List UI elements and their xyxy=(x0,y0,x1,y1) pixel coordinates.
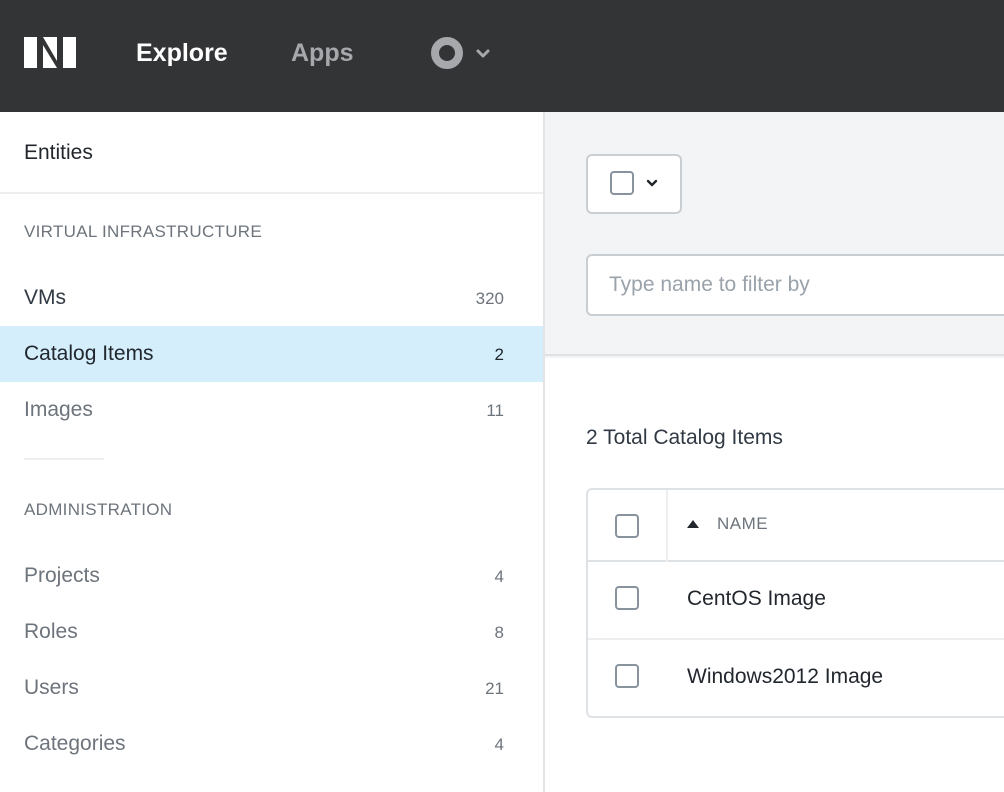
total-count-label: 2 Total Catalog Items xyxy=(586,426,783,449)
section-title-administration: ADMINISTRATION xyxy=(24,500,173,519)
sidebar-item-label: Roles xyxy=(24,620,78,643)
bulk-select-dropdown[interactable] xyxy=(586,154,682,214)
sidebar-item-users[interactable]: Users 21 xyxy=(0,660,543,716)
sidebar-item-categories[interactable]: Categories 4 xyxy=(0,716,543,772)
select-all-checkbox[interactable] xyxy=(610,171,634,195)
user-circle-icon xyxy=(431,37,463,69)
nutanix-logo-icon[interactable] xyxy=(24,37,76,68)
sidebar-title: Entities xyxy=(24,141,93,164)
name-filter-input[interactable] xyxy=(586,254,1004,316)
nav-apps[interactable]: Apps xyxy=(291,38,354,68)
top-nav-bar: Explore Apps xyxy=(0,0,1004,112)
header-select-all-checkbox[interactable] xyxy=(615,514,639,538)
sidebar-item-vms[interactable]: VMs 320 xyxy=(0,270,543,326)
section-divider xyxy=(24,458,104,460)
table-header: NAME xyxy=(588,490,1004,562)
entities-sidebar: Entities VIRTUAL INFRASTRUCTURE VMs 320 … xyxy=(0,112,545,792)
table-row[interactable]: CentOS Image xyxy=(588,562,1004,640)
row-checkbox[interactable] xyxy=(615,664,639,688)
row-name[interactable]: CentOS Image xyxy=(687,587,826,611)
sidebar-item-images[interactable]: Images 11 xyxy=(0,382,543,438)
sidebar-item-projects[interactable]: Projects 4 xyxy=(0,548,543,604)
column-divider xyxy=(666,490,668,562)
user-menu-button[interactable] xyxy=(431,37,495,69)
column-header-name[interactable]: NAME xyxy=(717,514,768,534)
sidebar-item-catalog-items[interactable]: Catalog Items 2 xyxy=(0,326,543,382)
sidebar-item-label: Catalog Items xyxy=(24,342,154,365)
sidebar-item-count: 11 xyxy=(486,401,504,420)
sidebar-item-label: Images xyxy=(24,398,93,421)
sidebar-item-count: 2 xyxy=(494,345,504,364)
sidebar-item-label: VMs xyxy=(24,286,66,309)
sidebar-item-label: Projects xyxy=(24,564,100,587)
main-content: 2 Total Catalog Items NAME CentOS Image … xyxy=(545,112,1004,792)
sidebar-item-count: 320 xyxy=(475,289,504,308)
row-name[interactable]: Windows2012 Image xyxy=(687,665,883,689)
list-area: 2 Total Catalog Items NAME CentOS Image … xyxy=(545,358,1004,792)
nav-explore[interactable]: Explore xyxy=(136,38,228,68)
sidebar-item-count: 21 xyxy=(485,679,504,698)
sort-ascending-icon[interactable] xyxy=(686,519,700,529)
sidebar-item-count: 4 xyxy=(494,567,504,586)
sidebar-item-label: Users xyxy=(24,676,79,699)
sidebar-item-count: 8 xyxy=(494,623,504,642)
catalog-items-table: NAME CentOS Image Windows2012 Image xyxy=(586,488,1004,718)
sidebar-item-count: 4 xyxy=(494,735,504,754)
section-title-virtual-infrastructure: VIRTUAL INFRASTRUCTURE xyxy=(24,222,263,241)
toolbar-area xyxy=(545,112,1004,356)
table-row[interactable]: Windows2012 Image xyxy=(588,640,1004,716)
chevron-down-icon xyxy=(476,49,490,58)
sidebar-item-label: Categories xyxy=(24,732,126,755)
sidebar-item-roles[interactable]: Roles 8 xyxy=(0,604,543,660)
sidebar-title-divider xyxy=(0,192,543,194)
row-checkbox[interactable] xyxy=(615,586,639,610)
chevron-down-icon xyxy=(646,179,658,187)
